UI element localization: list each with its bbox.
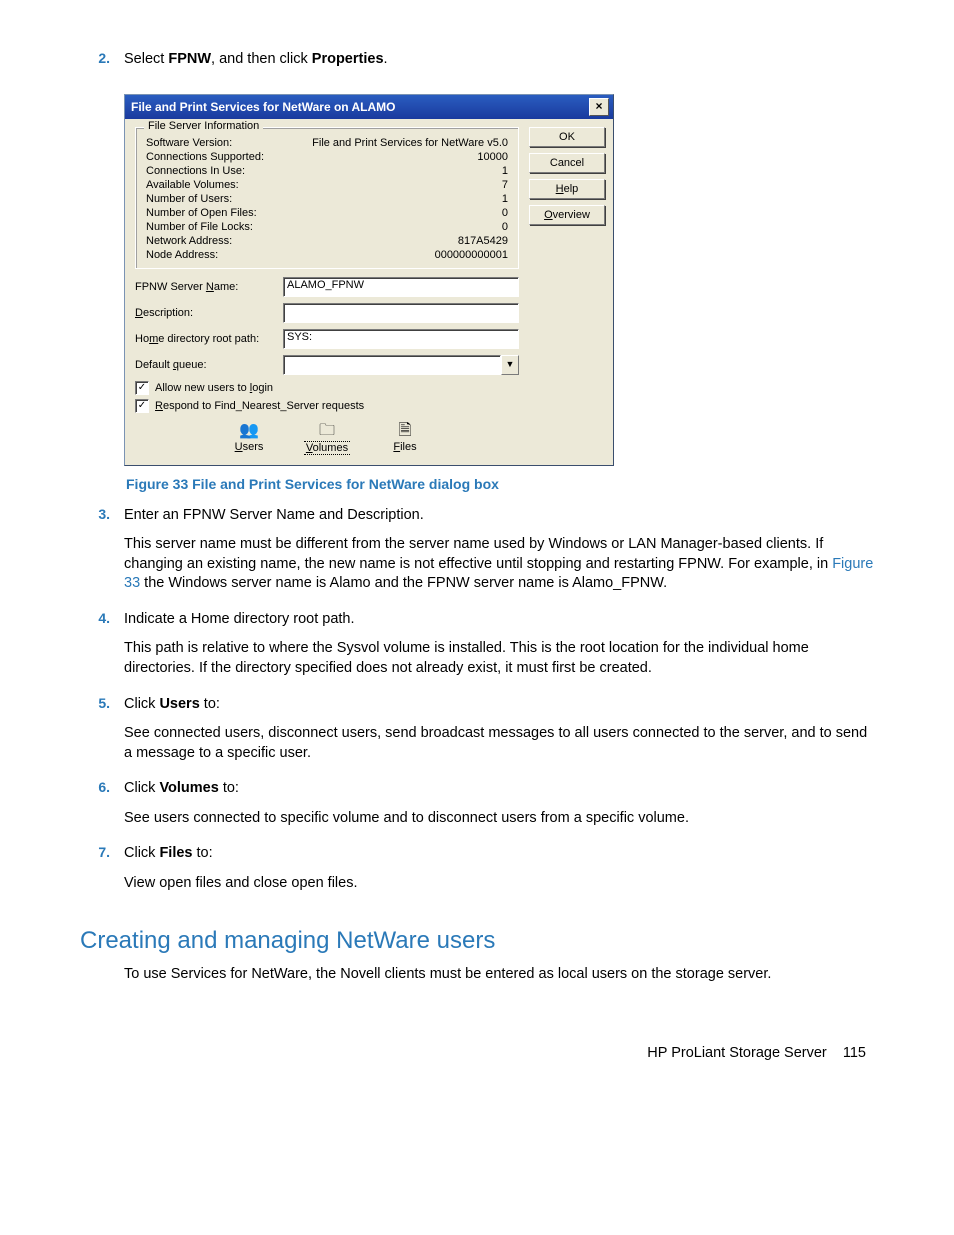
text: See users connected to specific volume a… (124, 809, 874, 829)
step-body: Click Users to: See connected users, dis… (124, 695, 874, 774)
info-label: Node Address: (146, 249, 218, 261)
checkbox-icon: ✓ (135, 381, 149, 395)
users-icon: 👥 (239, 423, 259, 439)
footer-text: HP ProLiant Storage Server (647, 1045, 826, 1061)
dialog-window: File and Print Services for NetWare on A… (124, 94, 614, 466)
default-queue-value (283, 355, 501, 375)
figure: File and Print Services for NetWare on A… (124, 94, 874, 492)
section-heading: Creating and managing NetWare users (80, 927, 874, 955)
text: This path is relative to where the Sysvo… (124, 639, 874, 678)
folder-icon: 🗀 (319, 423, 335, 439)
text: Click (124, 845, 159, 861)
button-label: Files (391, 441, 418, 453)
info-label: Number of File Locks: (146, 221, 253, 233)
cancel-button[interactable]: Cancel (529, 153, 605, 173)
section-body: To use Services for NetWare, the Novell … (124, 965, 874, 985)
text: Indicate a Home directory root path. (124, 610, 874, 630)
file-server-info-group: File Server Information Software Version… (135, 127, 519, 269)
text-bold: Properties (312, 51, 384, 67)
text: View open files and close open files. (124, 874, 874, 894)
default-queue-label: Default queue: (135, 359, 283, 371)
text-bold: Users (159, 696, 199, 712)
info-value: 10000 (477, 151, 508, 163)
figure-caption: Figure 33 File and Print Services for Ne… (126, 476, 874, 492)
step-number: 5. (80, 695, 124, 774)
checkbox-icon: ✓ (135, 399, 149, 413)
description-input[interactable] (283, 303, 519, 323)
info-label: Software Version: (146, 137, 232, 149)
group-label: File Server Information (144, 120, 263, 132)
checkbox-label: Respond to Find_Nearest_Server requests (155, 400, 364, 412)
text: See connected users, disconnect users, s… (124, 724, 874, 763)
step-body: Indicate a Home directory root path. Thi… (124, 610, 874, 689)
overview-button[interactable]: Overview (529, 205, 605, 225)
text: the Windows server name is Alamo and the… (140, 575, 667, 591)
info-label: Connections In Use: (146, 165, 245, 177)
info-value: 0 (502, 207, 508, 219)
step-number: 4. (80, 610, 124, 689)
button-label: Volumes (304, 441, 350, 455)
files-button[interactable]: 🗎 Files (375, 423, 435, 455)
button-label: Users (233, 441, 266, 453)
step-body: Click Files to: View open files and clos… (124, 844, 874, 903)
step-number: 6. (80, 779, 124, 838)
info-value: 817A5429 (458, 235, 508, 247)
users-button[interactable]: 👥 Users (219, 423, 279, 455)
info-value: 0 (502, 221, 508, 233)
text: Click (124, 696, 159, 712)
text: This server name must be different from … (124, 536, 832, 572)
chevron-down-icon[interactable]: ▼ (501, 355, 519, 375)
title-bar: File and Print Services for NetWare on A… (125, 95, 613, 119)
text-bold: FPNW (168, 51, 211, 67)
page-number: 115 (843, 1045, 866, 1061)
respond-checkbox[interactable]: ✓ Respond to Find_Nearest_Server request… (135, 399, 519, 413)
text: Select (124, 51, 168, 67)
text: , and then click (211, 51, 312, 67)
ok-button[interactable]: OK (529, 127, 605, 147)
info-label: Available Volumes: (146, 179, 239, 191)
home-path-input[interactable]: SYS: (283, 329, 519, 349)
info-label: Network Address: (146, 235, 232, 247)
server-name-input[interactable]: ALAMO_FPNW (283, 277, 519, 297)
step-body: Click Volumes to: See users connected to… (124, 779, 874, 838)
close-button[interactable]: × (589, 98, 609, 116)
help-button[interactable]: Help (529, 179, 605, 199)
checkbox-label: Allow new users to login (155, 382, 273, 394)
step-number: 3. (80, 506, 124, 604)
text-bold: Files (159, 845, 192, 861)
info-value: File and Print Services for NetWare v5.0 (312, 137, 508, 149)
volumes-button[interactable]: 🗀 Volumes (297, 423, 357, 455)
text: to: (193, 845, 213, 861)
info-value: 7 (502, 179, 508, 191)
info-value: 000000000001 (435, 249, 508, 261)
allow-login-checkbox[interactable]: ✓ Allow new users to login (135, 381, 519, 395)
info-value: 1 (502, 165, 508, 177)
page-footer: HP ProLiant Storage Server 115 (80, 1045, 874, 1061)
text: to: (200, 696, 220, 712)
file-icon: 🗎 (399, 423, 412, 439)
step-number: 7. (80, 844, 124, 903)
info-label: Connections Supported: (146, 151, 264, 163)
step-body: Enter an FPNW Server Name and Descriptio… (124, 506, 874, 604)
window-title: File and Print Services for NetWare on A… (131, 100, 396, 114)
text: . (384, 51, 388, 67)
step-number: 2. (80, 50, 124, 80)
text: to: (219, 780, 239, 796)
step-body: Select FPNW, and then click Properties. (124, 50, 874, 80)
text: Click (124, 780, 159, 796)
description-label: Description: (135, 307, 283, 319)
default-queue-select[interactable]: ▼ (283, 355, 519, 375)
info-label: Number of Users: (146, 193, 232, 205)
text: Enter an FPNW Server Name and Descriptio… (124, 506, 874, 526)
server-name-label: FPNW Server Name: (135, 281, 283, 293)
text-bold: Volumes (159, 780, 218, 796)
info-label: Number of Open Files: (146, 207, 257, 219)
home-path-label: Home directory root path: (135, 333, 283, 345)
info-value: 1 (502, 193, 508, 205)
